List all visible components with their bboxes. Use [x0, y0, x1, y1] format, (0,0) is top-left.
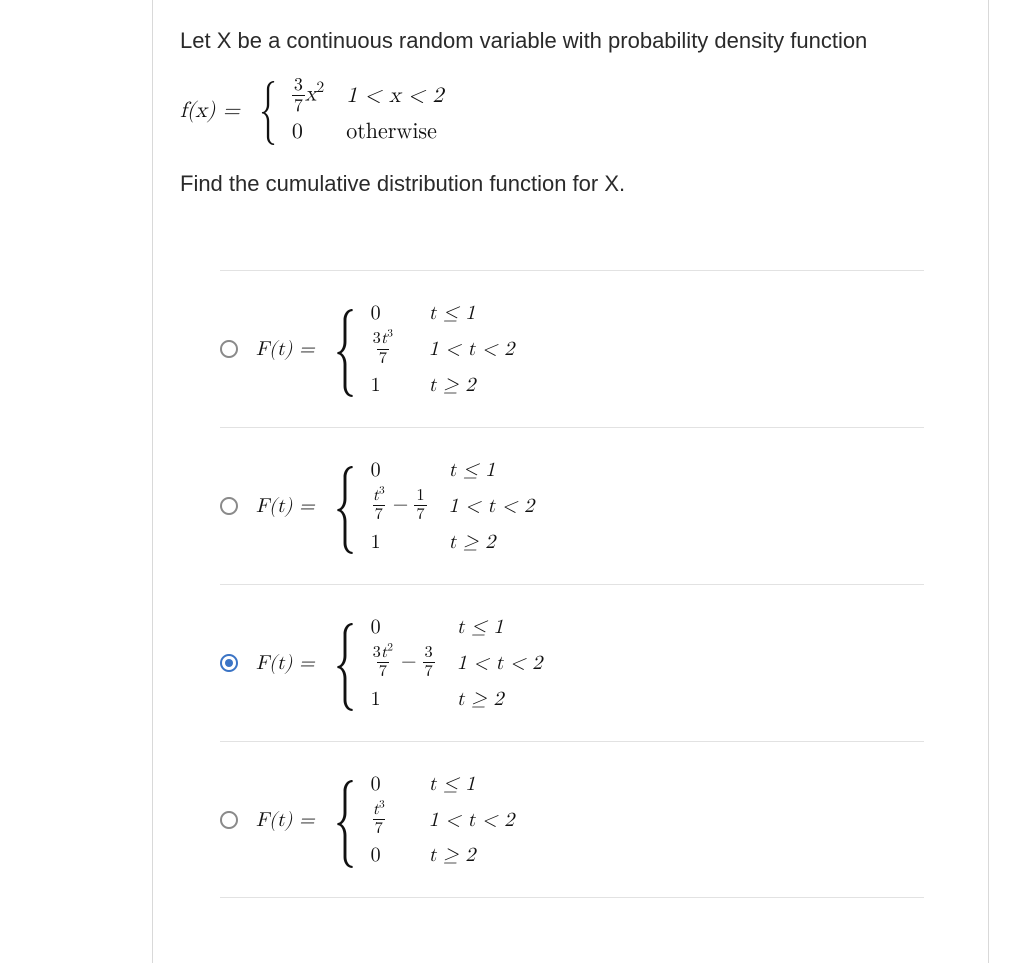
pdf-var: x: [305, 83, 317, 105]
case-condition: 1 < t < 2: [429, 337, 514, 361]
case-value: 3t37: [371, 331, 407, 367]
pdf-definition: f(x) = { 3 7 x2 1 < x < 2 0 otherwise: [180, 76, 964, 145]
case-condition: t ≥ 2: [429, 373, 514, 397]
brace-icon: {: [334, 316, 356, 382]
brace-icon: {: [334, 473, 356, 539]
answer-option[interactable]: F(t) = {0 t ≤ 1 t37 1 < t < 2 0 t ≥ 2: [220, 742, 924, 899]
case-value: 0: [371, 772, 407, 796]
brace-icon: {: [334, 787, 356, 853]
radio-button[interactable]: [220, 340, 238, 358]
case-value: 0: [371, 615, 435, 639]
case-condition: t ≥ 2: [457, 687, 542, 711]
answer-lhs: F(t) =: [256, 337, 315, 361]
case-value: t37: [371, 802, 407, 838]
case-value: t37−17: [371, 488, 427, 524]
case-condition: 1 < t < 2: [457, 651, 542, 675]
pdf-exp: 2: [317, 80, 325, 95]
answer-option[interactable]: F(t) = {0 t ≤ 1 3t37 1 < t < 2 1 t ≥ 2: [220, 270, 924, 428]
frac-den: 7: [292, 95, 305, 115]
case-value: 1: [371, 530, 427, 554]
answer-option[interactable]: F(t) = {0 t ≤ 1 t37−17 1 < t < 2 1 t ≥ 2: [220, 428, 924, 585]
pdf-lhs: f(x) =: [180, 98, 240, 124]
brace-icon: {: [334, 630, 356, 696]
answer-options: F(t) = {0 t ≤ 1 3t37 1 < t < 2 1 t ≥ 2 F(t) = {0…: [220, 270, 924, 898]
pdf-cases: 3 7 x2 1 < x < 2 0 otherwise: [292, 76, 443, 145]
case-value: 0: [371, 458, 427, 482]
frac-num: 3: [292, 76, 305, 95]
piecewise-cases: 0 t ≤ 1 t37 1 < t < 2 0 t ≥ 2: [371, 772, 514, 868]
rule-right: [988, 0, 989, 963]
answer-lhs: F(t) =: [256, 651, 315, 675]
case-value: 3t27−37: [371, 645, 435, 681]
radio-button[interactable]: [220, 497, 238, 515]
rule-left: [152, 0, 153, 963]
pdf-case2-cond: otherwise: [346, 119, 443, 145]
case-condition: t ≤ 1: [449, 458, 534, 482]
question-intro: Let X be a continuous random variable wi…: [180, 24, 964, 58]
case-value: 1: [371, 687, 435, 711]
case-condition: t ≤ 1: [457, 615, 542, 639]
question-prompt: Find the cumulative distribution functio…: [180, 167, 964, 200]
case-condition: t ≥ 2: [449, 530, 534, 554]
answer-option[interactable]: F(t) = {0 t ≤ 1 3t27−37 1 < t < 2 1 t ≥ 2: [220, 585, 924, 742]
radio-button[interactable]: [220, 811, 238, 829]
piecewise-cases: 0 t ≤ 1 3t27−37 1 < t < 2 1 t ≥ 2: [371, 615, 543, 711]
answer-lhs: F(t) =: [256, 494, 315, 518]
piecewise-cases: 0 t ≤ 1 3t37 1 < t < 2 1 t ≥ 2: [371, 301, 514, 397]
case-condition: 1 < t < 2: [449, 494, 534, 518]
pdf-case1-value: 3 7 x2: [292, 76, 324, 115]
pdf-case1-cond: 1 < x < 2: [346, 83, 443, 109]
case-value: 1: [371, 373, 407, 397]
radio-button[interactable]: [220, 654, 238, 672]
case-condition: t ≥ 2: [429, 843, 514, 867]
answer-math: F(t) = {0 t ≤ 1 t37 1 < t < 2 0 t ≥ 2: [256, 772, 514, 868]
question-block: Let X be a continuous random variable wi…: [180, 24, 964, 898]
case-condition: 1 < t < 2: [429, 808, 514, 832]
answer-math: F(t) = {0 t ≤ 1 3t37 1 < t < 2 1 t ≥ 2: [256, 301, 514, 397]
answer-lhs: F(t) =: [256, 808, 315, 832]
case-value: 0: [371, 301, 407, 325]
pdf-case2-value: 0: [292, 119, 324, 145]
case-value: 0: [371, 843, 407, 867]
answer-math: F(t) = {0 t ≤ 1 t37−17 1 < t < 2 1 t ≥ 2: [256, 458, 534, 554]
case-condition: t ≤ 1: [429, 772, 514, 796]
piecewise-cases: 0 t ≤ 1 t37−17 1 < t < 2 1 t ≥ 2: [371, 458, 534, 554]
brace-icon: {: [259, 85, 277, 136]
case-condition: t ≤ 1: [429, 301, 514, 325]
answer-math: F(t) = {0 t ≤ 1 3t27−37 1 < t < 2 1 t ≥ 2: [256, 615, 542, 711]
page: Let X be a continuous random variable wi…: [0, 0, 1024, 963]
